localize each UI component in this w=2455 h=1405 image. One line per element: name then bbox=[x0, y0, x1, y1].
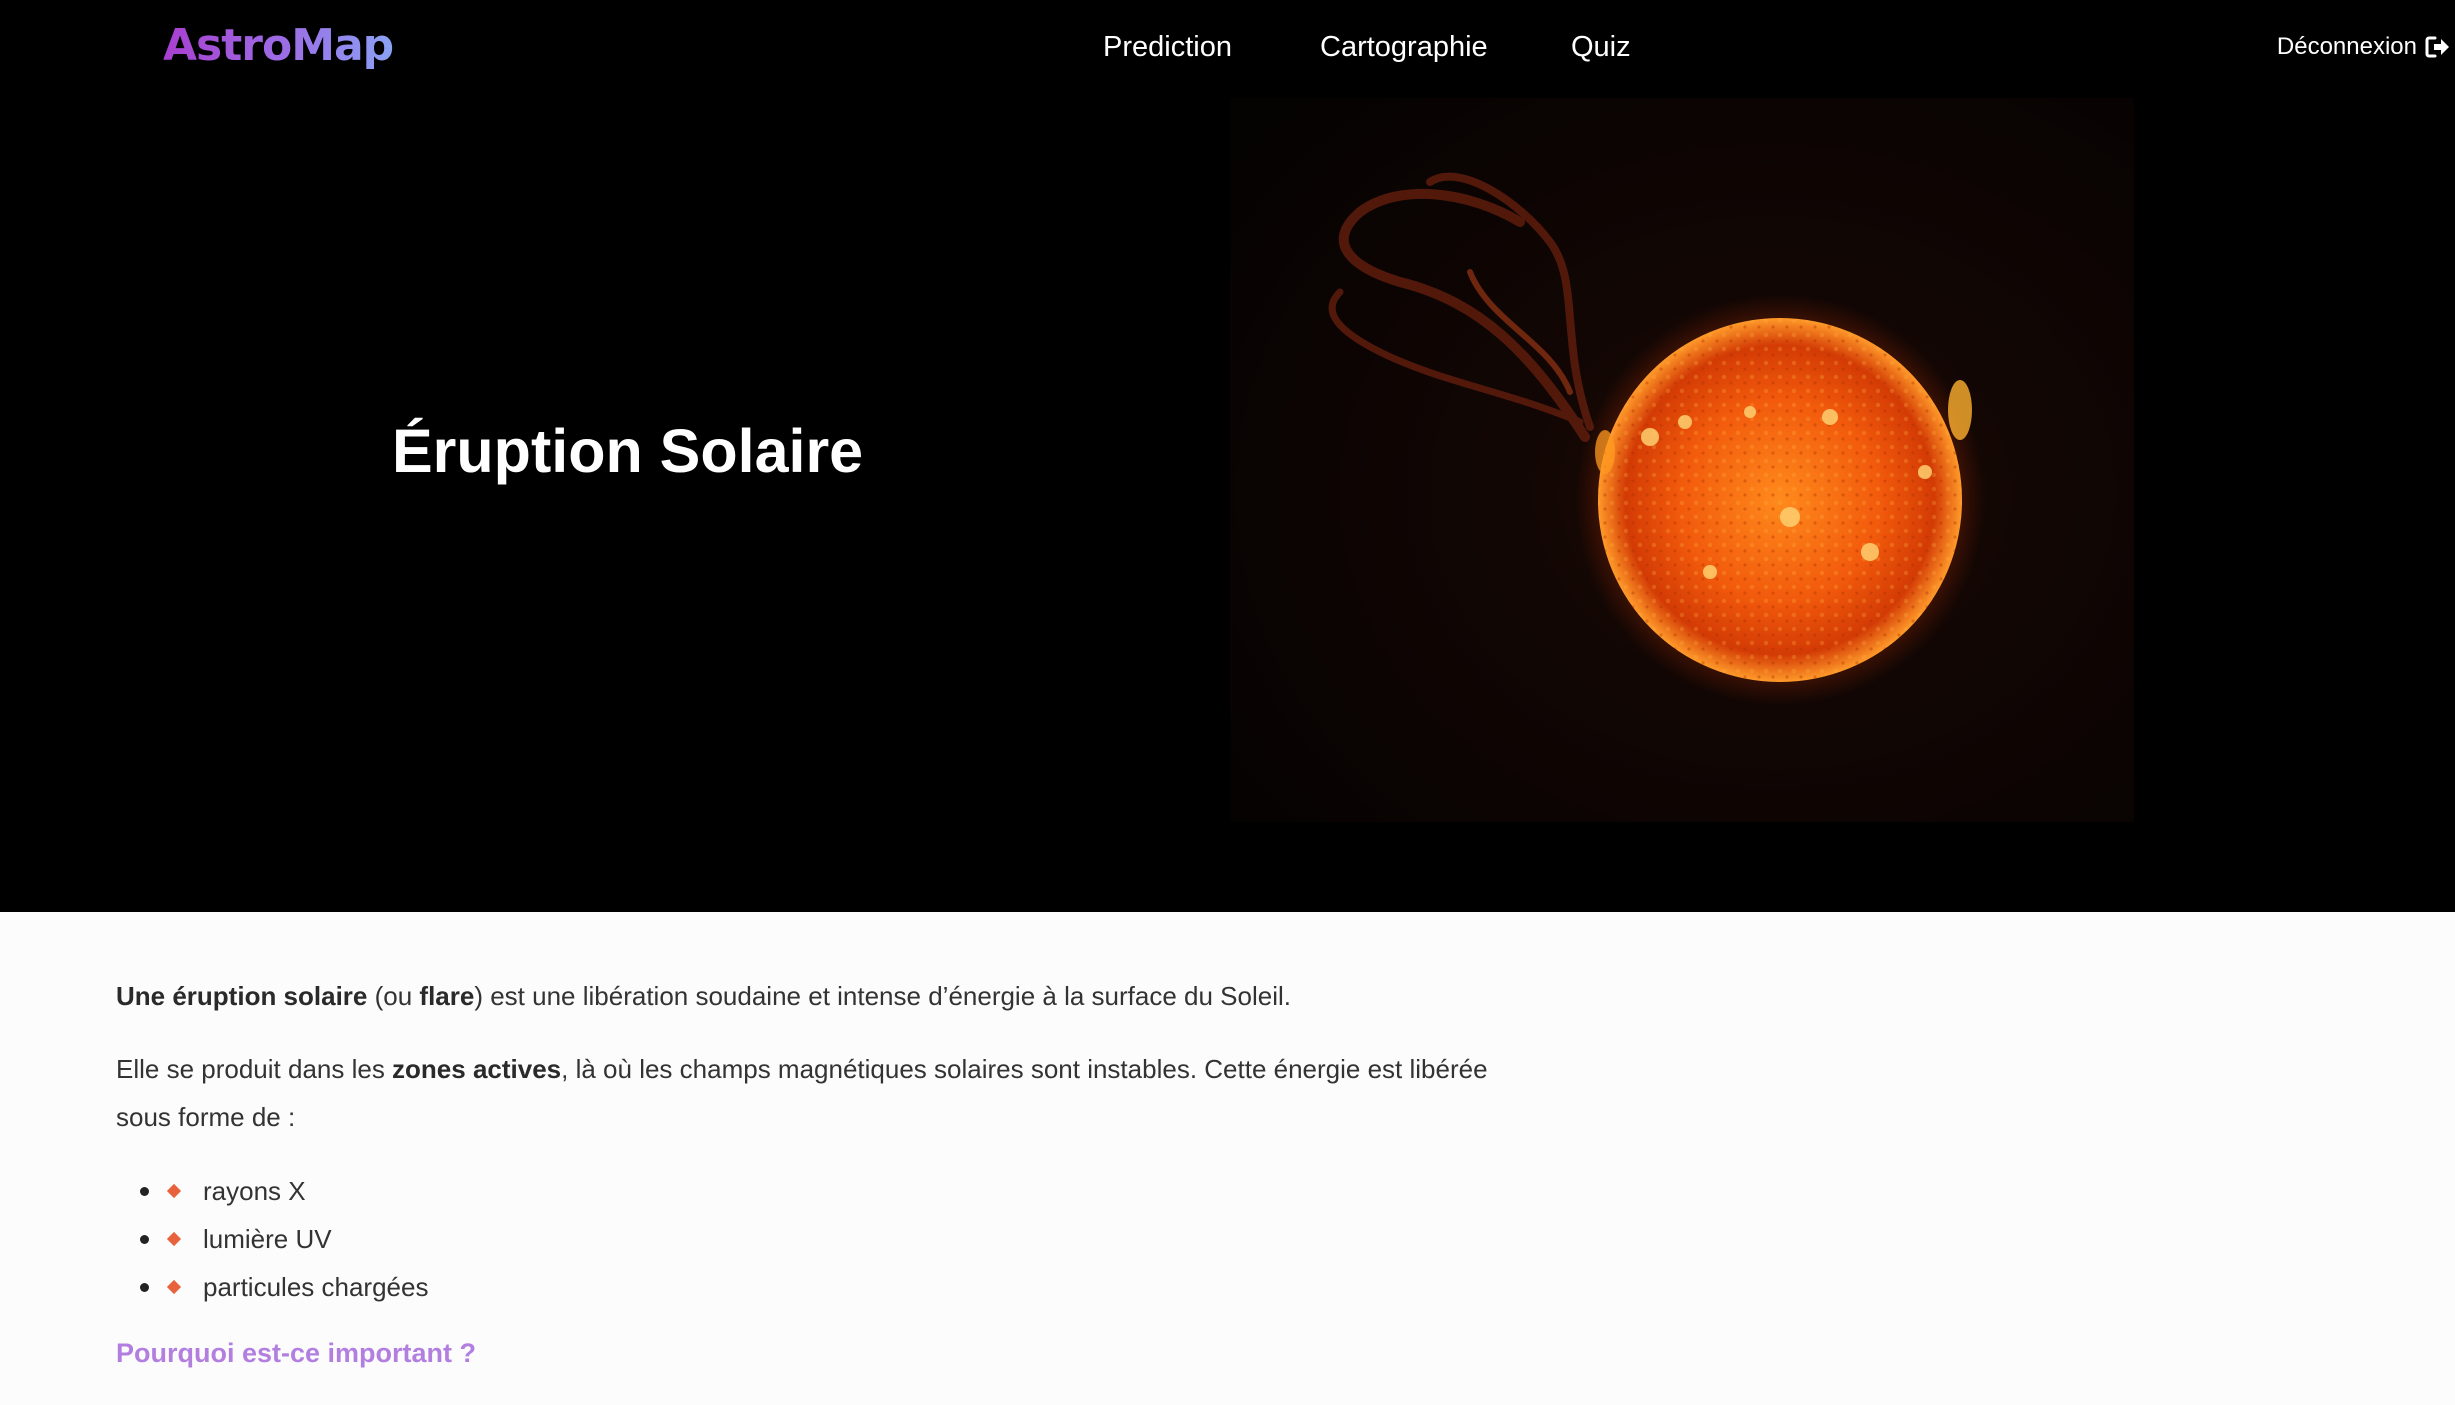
sign-out-icon bbox=[2425, 36, 2449, 58]
top-navbar: AstroMap Prediction Cartographie Quiz Dé… bbox=[0, 0, 2455, 98]
bullet-dot-icon bbox=[140, 1234, 149, 1244]
nav-link-quiz[interactable]: Quiz bbox=[1571, 31, 1631, 64]
astromap-logo[interactable]: AstroMap bbox=[163, 20, 394, 71]
diamond-icon bbox=[166, 1231, 182, 1247]
article-content: Une éruption solaire (ou flare) est une … bbox=[0, 912, 2455, 1405]
term-zones-actives: zones actives bbox=[392, 1054, 562, 1084]
list-item-label: rayons X bbox=[203, 1175, 306, 1206]
section-heading-importance: Pourquoi est-ce important ? bbox=[116, 1338, 477, 1368]
zones-paragraph: Elle se produit dans les zones actives, … bbox=[116, 1045, 1496, 1141]
bullet-dot-icon bbox=[140, 1282, 149, 1292]
hero-section: Éruption Solaire bbox=[0, 0, 2455, 912]
list-item: lumière UV bbox=[116, 1215, 428, 1263]
list-item: particules chargées bbox=[116, 1263, 428, 1311]
nav-link-cartographie[interactable]: Cartographie bbox=[1320, 31, 1488, 64]
intro-text-1: (ou bbox=[367, 981, 420, 1011]
intro-text-2: ) est une libération soudaine et intense… bbox=[474, 981, 1291, 1011]
nav-link-prediction[interactable]: Prediction bbox=[1103, 31, 1232, 64]
diamond-icon bbox=[166, 1279, 182, 1295]
hero-title: Éruption Solaire bbox=[392, 417, 864, 485]
logout-label: Déconnexion bbox=[2276, 33, 2417, 60]
list-item-label: lumière UV bbox=[203, 1223, 332, 1254]
energy-forms-list: rayons X lumière UV particules chargées bbox=[116, 1167, 428, 1311]
solar-flare-image bbox=[1230, 92, 2134, 822]
term-flare: flare bbox=[419, 981, 475, 1011]
diamond-icon bbox=[166, 1183, 182, 1199]
intro-paragraph: Une éruption solaire (ou flare) est une … bbox=[116, 972, 1496, 1020]
logout-button[interactable]: Déconnexion bbox=[2277, 33, 2451, 61]
zones-text-1: Elle se produit dans les bbox=[116, 1054, 393, 1084]
bullet-dot-icon bbox=[140, 1186, 149, 1196]
list-item: rayons X bbox=[116, 1167, 428, 1215]
list-item-label: particules chargées bbox=[203, 1271, 429, 1302]
term-eruption-solaire: Une éruption solaire bbox=[116, 981, 368, 1011]
